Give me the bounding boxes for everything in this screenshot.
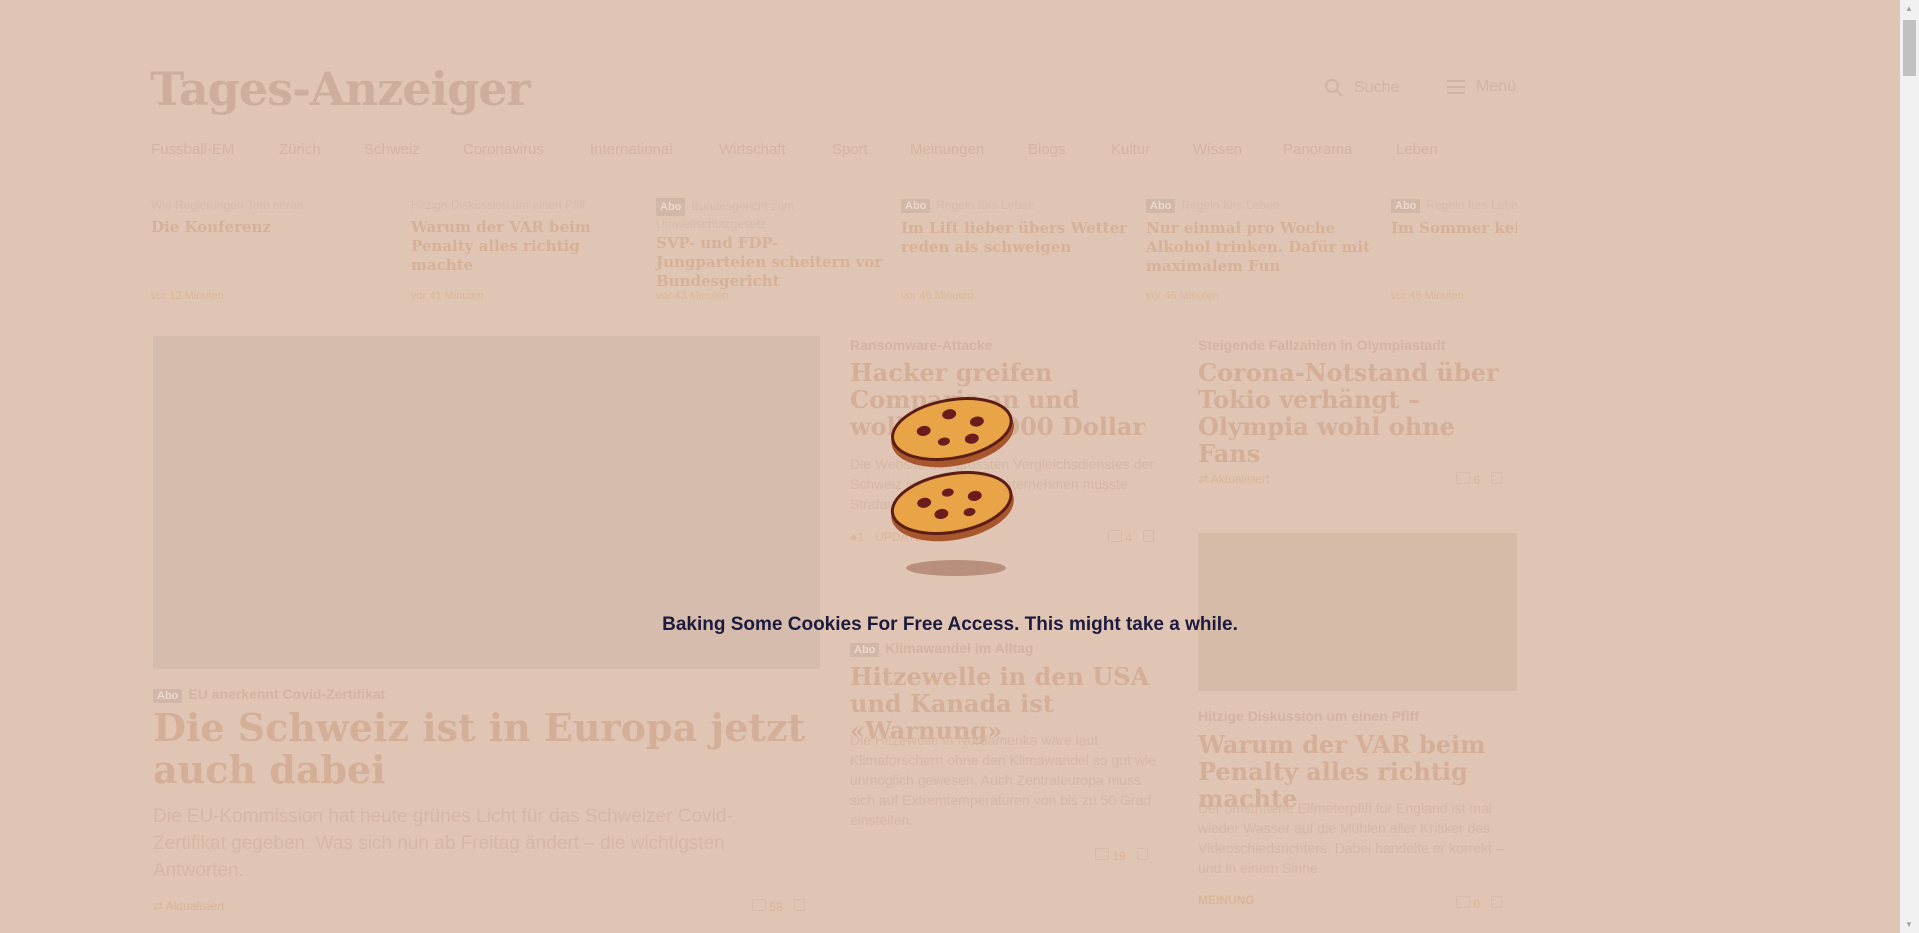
- comment-icon: [752, 899, 766, 911]
- comment-icon: [1456, 896, 1470, 908]
- main-article-meta: ⇄ Aktualisiert: [153, 899, 225, 913]
- nav-item-wissen[interactable]: Wissen: [1193, 141, 1283, 158]
- teaser-time: vor 45 Minuten: [1391, 290, 1464, 302]
- teaser-kicker: Abo Regeln fürs Leben: [901, 198, 1129, 213]
- comment-icon: [1456, 472, 1470, 484]
- teaser-time: vor 45 Minuten: [1146, 290, 1219, 302]
- live-dot-icon: ●1: [850, 530, 864, 544]
- nav-item-blogs[interactable]: Blogs: [1028, 141, 1111, 158]
- comment-icon: [1095, 848, 1109, 860]
- bookmark-icon[interactable]: [1491, 896, 1503, 908]
- abo-badge: Abo: [1146, 199, 1176, 213]
- teaser-title: Die Konferenz: [151, 218, 271, 236]
- teaser-kicker: Abo Regeln fürs Leben: [1391, 198, 1517, 213]
- article-comments[interactable]: 19: [1095, 848, 1149, 863]
- nav-item-coronavirus[interactable]: Coronavirus: [463, 141, 590, 158]
- nav-item-fussball-em[interactable]: Fussball-EM: [151, 141, 279, 158]
- article-kicker: Abo Klimawandel im Alltag: [850, 640, 1033, 657]
- teaser-card[interactable]: Abo Bundesgericht zum Umweltschutzgesetz …: [656, 198, 884, 302]
- vertical-scrollbar[interactable]: ▲ ▼: [1900, 0, 1919, 933]
- abo-badge: Abo: [153, 689, 183, 703]
- teaser-time: vor 41 Minuten: [411, 290, 484, 302]
- cookie-loader: [880, 390, 1040, 580]
- hamburger-icon: [1447, 80, 1465, 94]
- main-nav: Fussball-EM Zürich Schweiz Coronavirus I…: [151, 141, 1438, 158]
- teaser-kicker: Abo Bundesgericht zum Umweltschutzgesetz: [656, 198, 795, 231]
- article-kicker: Ransomware-Attacke: [850, 337, 993, 353]
- article-lead: Der umstrittene Elfmeterpfiff für Englan…: [1198, 800, 1504, 876]
- main-article-comments[interactable]: 58: [752, 899, 806, 914]
- update-icon: ⇄: [1198, 472, 1209, 486]
- teaser-kicker: Wie Regierungen Tote ehren: [151, 198, 304, 212]
- scroll-down-icon[interactable]: ▼: [1905, 920, 1913, 929]
- teaser-title: Im Lift lieber übers Wetter reden als sc…: [901, 219, 1128, 256]
- scrollbar-thumb[interactable]: [1903, 20, 1916, 76]
- nav-item-kultur[interactable]: Kultur: [1111, 141, 1193, 158]
- nav-item-zuerich[interactable]: Zürich: [279, 141, 364, 158]
- cookie-icon: [890, 397, 1015, 576]
- article-comments[interactable]: 6: [1456, 472, 1503, 487]
- main-article-title[interactable]: Die Schweiz ist in Europa jetzt auch dab…: [153, 707, 833, 791]
- article-title[interactable]: Corona-Notstand über Tokio verhängt – Ol…: [1198, 359, 1518, 467]
- teaser-kicker: Abo Regeln fürs Leben: [1146, 198, 1374, 213]
- article-meta: MEINUNG: [1198, 893, 1255, 907]
- teaser-title: Warum der VAR beim Penalty alles richtig…: [411, 218, 591, 274]
- page: Tages-Anzeiger Suche Menü Fussball-EM Zü…: [0, 0, 1900, 933]
- menu-button[interactable]: Menü: [1446, 78, 1516, 96]
- article-image[interactable]: [1198, 533, 1517, 691]
- article-comments[interactable]: 4: [1108, 530, 1155, 545]
- teaser-kicker: Hitzige Diskussion um einen Pfiff: [411, 198, 586, 212]
- nav-item-sport[interactable]: Sport: [832, 141, 910, 158]
- nav-item-wirtschaft[interactable]: Wirtschaft: [719, 141, 832, 158]
- bookmark-icon[interactable]: [1491, 472, 1503, 484]
- teaser-card[interactable]: AboRegeln fürs Leben Im Sommer kein fahr…: [1391, 198, 1517, 308]
- teaser-time: vor 45 Minuten: [901, 290, 974, 302]
- teaser-time: vor 43 Minuten: [656, 290, 729, 302]
- bookmark-icon[interactable]: [794, 899, 806, 911]
- teaser-time: vor 12 Minuten: [151, 290, 224, 302]
- nav-item-international[interactable]: International: [590, 141, 719, 158]
- menu-label: Menü: [1476, 78, 1517, 95]
- teaser-card[interactable]: Wie Regierungen Tote ehren Die Konferenz…: [151, 198, 379, 302]
- bookmark-icon[interactable]: [1137, 848, 1149, 860]
- nav-item-leben[interactable]: Leben: [1396, 141, 1438, 158]
- abo-badge: Abo: [656, 198, 686, 216]
- article-meta: ⇄ Aktualisiert: [1198, 472, 1270, 486]
- abo-badge: Abo: [901, 199, 931, 213]
- teaser-title: Nur einmal pro Woche Alkohol trinken. Da…: [1146, 219, 1370, 275]
- teaser-title: Im Sommer kein fahren: [1391, 219, 1517, 237]
- search-label: Suche: [1354, 79, 1400, 96]
- site-logo[interactable]: Tages-Anzeiger: [150, 62, 531, 116]
- abo-badge: Abo: [1391, 199, 1421, 213]
- abo-badge: Abo: [850, 643, 880, 657]
- search-button[interactable]: Suche: [1324, 78, 1399, 98]
- scroll-up-icon[interactable]: ▲: [1905, 4, 1913, 13]
- main-article-lead: Die EU-Kommission hat heute grünes Licht…: [153, 806, 733, 881]
- nav-item-meinungen[interactable]: Meinungen: [910, 141, 1028, 158]
- comment-icon: [1108, 530, 1122, 542]
- loading-message: Baking Some Cookies For Free Access. Thi…: [662, 614, 1238, 635]
- search-icon: [1325, 79, 1343, 97]
- nav-item-panorama[interactable]: Panorama: [1283, 141, 1396, 158]
- nav-item-schweiz[interactable]: Schweiz: [364, 141, 463, 158]
- teaser-card[interactable]: Abo Regeln fürs Leben Nur einmal pro Woch…: [1146, 198, 1374, 302]
- article-comments[interactable]: 0: [1456, 896, 1503, 911]
- update-icon: ⇄: [153, 899, 164, 913]
- teaser-card[interactable]: Hitzige Diskussion um einen Pfiff Warum …: [411, 198, 639, 302]
- article-lead: Die Hitzewelle in Nordamerika wäre laut …: [850, 732, 1156, 828]
- main-article-kicker: Abo EU anerkennt Covid-Zertifikat: [153, 686, 385, 703]
- teaser-title: SVP- und FDP-Jungparteien scheitern vor …: [656, 234, 883, 290]
- article-kicker: Steigende Fallzahlen in Olympiastadt: [1198, 337, 1446, 353]
- teaser-card[interactable]: Abo Regeln fürs Leben Im Lift lieber über…: [901, 198, 1129, 302]
- article-kicker: Hitzige Diskussion um einen Pfiff: [1198, 708, 1419, 724]
- bookmark-icon[interactable]: [1143, 530, 1155, 542]
